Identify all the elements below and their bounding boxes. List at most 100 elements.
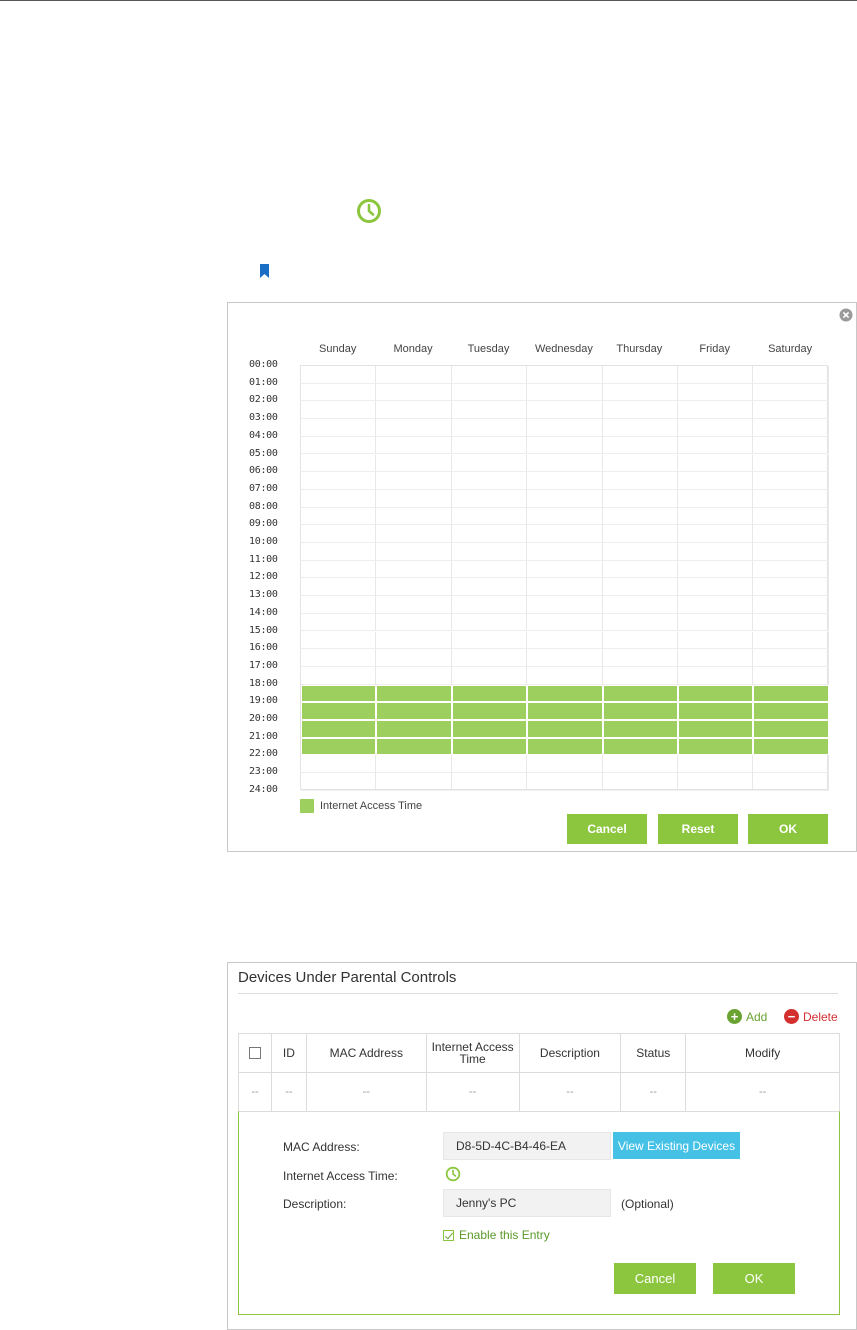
schedule-cell-selected[interactable] — [678, 720, 754, 738]
schedule-cell-selected[interactable] — [376, 702, 452, 720]
schedule-cell[interactable] — [527, 578, 603, 597]
schedule-cell[interactable] — [753, 773, 829, 791]
schedule-cell[interactable] — [376, 596, 452, 614]
schedule-cell[interactable] — [376, 436, 452, 455]
schedule-cell[interactable] — [451, 543, 528, 561]
schedule-cell[interactable] — [376, 489, 452, 508]
schedule-cell[interactable] — [602, 649, 678, 667]
schedule-cell[interactable] — [301, 613, 377, 632]
schedule-cell[interactable] — [527, 366, 603, 384]
schedule-cell[interactable] — [527, 507, 603, 526]
schedule-cell[interactable] — [451, 649, 528, 667]
schedule-cell[interactable] — [678, 649, 754, 667]
schedule-cell[interactable] — [376, 773, 452, 791]
schedule-cell[interactable] — [301, 366, 377, 384]
schedule-cell[interactable] — [753, 649, 829, 667]
schedule-cell-selected[interactable] — [451, 737, 528, 756]
schedule-cell[interactable] — [753, 366, 829, 384]
schedule-cell[interactable] — [678, 507, 754, 526]
schedule-cell[interactable] — [602, 525, 678, 543]
schedule-cell[interactable] — [753, 401, 829, 420]
schedule-cell[interactable] — [678, 436, 754, 455]
schedule-cell-selected[interactable] — [376, 737, 452, 756]
schedule-cell-selected[interactable] — [451, 720, 528, 738]
schedule-cell[interactable] — [451, 366, 528, 384]
schedule-cell[interactable] — [753, 419, 829, 437]
schedule-cell[interactable] — [753, 489, 829, 508]
delete-button[interactable]: − Delete — [784, 1009, 838, 1024]
schedule-cell[interactable] — [301, 525, 377, 543]
schedule-cell[interactable] — [451, 578, 528, 597]
schedule-cell[interactable] — [527, 543, 603, 561]
schedule-cell[interactable] — [602, 773, 678, 791]
schedule-cell[interactable] — [678, 543, 754, 561]
schedule-cell[interactable] — [602, 489, 678, 508]
schedule-cell[interactable] — [451, 507, 528, 526]
schedule-cell[interactable] — [527, 560, 603, 579]
schedule-cell[interactable] — [451, 419, 528, 437]
schedule-cell[interactable] — [527, 773, 603, 791]
schedule-cell-selected[interactable] — [301, 684, 377, 703]
enable-entry-checkbox[interactable]: Enable this Entry — [443, 1228, 550, 1242]
schedule-cell[interactable] — [753, 543, 829, 561]
schedule-cell[interactable] — [451, 489, 528, 508]
schedule-cell[interactable] — [527, 383, 603, 402]
schedule-cell[interactable] — [753, 560, 829, 579]
schedule-cell[interactable] — [527, 525, 603, 543]
schedule-cell-selected[interactable] — [602, 720, 678, 738]
add-button[interactable]: + Add — [727, 1009, 767, 1024]
schedule-cell-selected[interactable] — [678, 702, 754, 720]
schedule-cell-selected[interactable] — [376, 684, 452, 703]
schedule-cell-selected[interactable] — [301, 720, 377, 738]
entry-cancel-button[interactable]: Cancel — [614, 1263, 696, 1294]
clock-icon[interactable] — [445, 1166, 461, 1182]
schedule-cell[interactable] — [451, 472, 528, 490]
schedule-cell[interactable] — [527, 666, 603, 685]
schedule-cell[interactable] — [527, 472, 603, 490]
schedule-ok-button[interactable]: OK — [748, 814, 828, 844]
schedule-cell[interactable] — [451, 401, 528, 420]
schedule-cell[interactable] — [301, 631, 377, 650]
schedule-cell[interactable] — [376, 525, 452, 543]
schedule-cell[interactable] — [527, 755, 603, 774]
schedule-cell[interactable] — [678, 773, 754, 791]
schedule-cell[interactable] — [602, 631, 678, 650]
schedule-cell-selected[interactable] — [753, 720, 829, 738]
schedule-cell-selected[interactable] — [753, 684, 829, 703]
schedule-cell[interactable] — [678, 366, 754, 384]
schedule-cell[interactable] — [376, 578, 452, 597]
schedule-cell[interactable] — [602, 472, 678, 490]
schedule-cell[interactable] — [527, 489, 603, 508]
schedule-cell[interactable] — [451, 666, 528, 685]
schedule-reset-button[interactable]: Reset — [658, 814, 738, 844]
schedule-cell[interactable] — [451, 454, 528, 473]
schedule-cell[interactable] — [753, 755, 829, 774]
schedule-cell[interactable] — [376, 383, 452, 402]
schedule-cell[interactable] — [301, 578, 377, 597]
schedule-cell[interactable] — [602, 454, 678, 473]
schedule-cell[interactable] — [301, 666, 377, 685]
schedule-cell[interactable] — [451, 560, 528, 579]
schedule-cell[interactable] — [301, 596, 377, 614]
schedule-cell[interactable] — [678, 401, 754, 420]
schedule-cell[interactable] — [602, 507, 678, 526]
schedule-cell-selected[interactable] — [753, 702, 829, 720]
schedule-cell[interactable] — [301, 543, 377, 561]
description-field[interactable]: Jenny's PC — [443, 1189, 611, 1217]
schedule-cell-selected[interactable] — [301, 702, 377, 720]
schedule-cell[interactable] — [678, 472, 754, 490]
schedule-cell-selected[interactable] — [678, 684, 754, 703]
schedule-cell[interactable] — [376, 755, 452, 774]
schedule-cell[interactable] — [678, 383, 754, 402]
entry-ok-button[interactable]: OK — [713, 1263, 795, 1294]
schedule-cell[interactable] — [376, 631, 452, 650]
schedule-cell-selected[interactable] — [301, 737, 377, 756]
schedule-cell[interactable] — [753, 454, 829, 473]
schedule-cell[interactable] — [451, 631, 528, 650]
mac-address-field[interactable]: D8-5D-4C-B4-46-EA — [443, 1132, 611, 1160]
schedule-cancel-button[interactable]: Cancel — [567, 814, 647, 844]
schedule-cell[interactable] — [376, 649, 452, 667]
schedule-cell[interactable] — [376, 507, 452, 526]
schedule-cell-selected[interactable] — [602, 702, 678, 720]
schedule-cell[interactable] — [678, 596, 754, 614]
